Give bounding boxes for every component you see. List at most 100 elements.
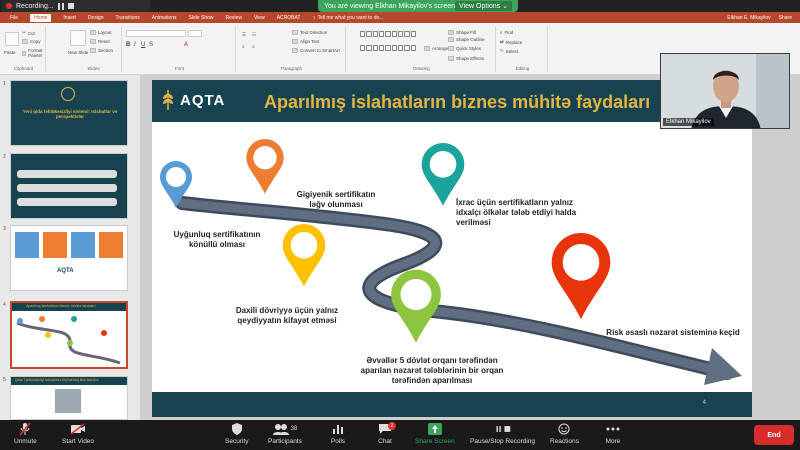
stop-icon[interactable] (67, 3, 74, 9)
shape-item[interactable] (385, 44, 391, 51)
shape-item[interactable] (360, 31, 366, 37)
chat-icon: 2 (377, 422, 396, 436)
tab-design[interactable]: Design (88, 15, 104, 21)
new-slide-button[interactable]: New Slide (68, 50, 88, 55)
pause-stop-recording-button[interactable]: Pause/Stop Recording (470, 422, 535, 445)
chat-button[interactable]: 2 Chat (377, 422, 396, 445)
tab-file[interactable]: File (10, 15, 18, 21)
replace-button[interactable]: ⇄ Replace (500, 39, 522, 45)
shape-fill-button[interactable]: Shape Fill (448, 30, 476, 35)
arrange-button[interactable]: Arrange (424, 46, 448, 51)
copy-button[interactable]: Copy (22, 39, 41, 44)
shadow-button[interactable]: S (149, 42, 153, 48)
shapes-gallery[interactable] (360, 31, 416, 57)
numbering-icon[interactable]: ☷ (252, 32, 256, 38)
slide-thumbnail-4[interactable]: Aparılmış islahatların biznes mühitə fay… (10, 301, 128, 369)
find-button[interactable]: ⌕ Find (500, 30, 513, 35)
shape-item[interactable] (391, 31, 397, 37)
pause-stop-icon (495, 422, 511, 436)
font-size-dropdown[interactable] (188, 30, 202, 37)
participants-button[interactable]: 38 Participants (268, 422, 302, 445)
shape-item[interactable] (398, 31, 404, 37)
tab-insert[interactable]: Insert (63, 15, 76, 21)
text-direction-button[interactable]: Text Direction (292, 30, 327, 35)
shape-item[interactable] (410, 44, 416, 51)
polls-button[interactable]: Polls (330, 422, 346, 445)
shield-icon (229, 422, 245, 436)
tab-slide-show[interactable]: Slide Show (189, 15, 214, 21)
tab-home[interactable]: Home (30, 13, 52, 22)
view-options-label: View Options (459, 2, 501, 10)
presenter-video[interactable]: Elkhan Mikayilov (660, 53, 790, 129)
shape-effects-button[interactable]: Shape Effects (448, 56, 484, 61)
italic-button[interactable]: I (134, 42, 136, 48)
tab-review[interactable]: Review (226, 15, 242, 21)
view-options-button[interactable]: View Options ⌄ (455, 1, 512, 11)
align-text-button[interactable]: Align Text (292, 39, 319, 44)
section-button[interactable]: Section (90, 48, 113, 53)
tab-acrobat[interactable]: ACROBAT (277, 15, 301, 21)
bold-button[interactable]: B (126, 42, 130, 48)
paste-icon[interactable] (5, 32, 19, 46)
shape-outline-button[interactable]: Shape Outline (448, 37, 485, 42)
reset-button[interactable]: Reset (90, 39, 110, 44)
cursor-icon: ↖ (500, 48, 504, 53)
tell-me-search[interactable]: ♀ Tell me what you want to do... (313, 15, 384, 21)
more-button[interactable]: More (605, 422, 621, 445)
shape-item[interactable] (391, 44, 397, 51)
shape-item[interactable] (385, 31, 391, 37)
shape-item[interactable] (379, 44, 385, 51)
paste-button[interactable]: Paste (4, 50, 16, 55)
tab-animations[interactable]: Animations (152, 15, 177, 21)
share-screen-button[interactable]: Share Screen (415, 422, 455, 445)
font-color-button[interactable]: A (184, 42, 188, 48)
font-name-dropdown[interactable] (126, 30, 186, 37)
new-slide-icon[interactable] (70, 30, 86, 46)
pause-icon[interactable] (57, 2, 64, 10)
convert-smartart-button[interactable]: Convert to SmartArt (292, 48, 340, 53)
shape-item[interactable] (366, 31, 372, 37)
shape-item[interactable] (372, 44, 378, 51)
recording-indicator[interactable]: Recording... (2, 0, 150, 12)
red-pin-icon (551, 233, 611, 320)
shape-item[interactable] (366, 44, 372, 51)
blue-pin-icon (160, 161, 192, 208)
shape-item[interactable] (379, 31, 385, 37)
align-text-icon (292, 39, 298, 44)
layout-button[interactable]: Layout (90, 30, 112, 35)
current-slide[interactable]: AQTA Aparılmış islahatların biznes mühit… (152, 80, 752, 417)
end-button[interactable]: End (754, 425, 794, 445)
align-left-icon[interactable]: ≡ (242, 44, 245, 49)
format-painter-button[interactable]: Format Painter (22, 48, 45, 58)
reactions-button[interactable]: Reactions (550, 422, 579, 445)
user-name[interactable]: Elkhan E. Mikayilov (727, 15, 770, 21)
find-label: Find (504, 30, 514, 35)
select-button[interactable]: ↖ Select (500, 48, 518, 54)
align-center-icon[interactable]: ≡ (252, 44, 255, 49)
unmute-button[interactable]: Unmute (14, 422, 37, 445)
underline-button[interactable]: U (141, 42, 145, 48)
shape-item[interactable] (404, 31, 410, 37)
slide-thumbnail-2[interactable] (10, 153, 128, 219)
shape-item[interactable] (398, 44, 404, 51)
cut-button[interactable]: ✂ Cut (22, 30, 35, 36)
share-button[interactable]: Share (779, 15, 792, 21)
shape-item[interactable] (360, 44, 366, 51)
quick-styles-button[interactable]: Quick Styles (448, 46, 481, 51)
start-video-button[interactable]: Start Video (62, 422, 94, 445)
shape-item[interactable] (404, 44, 410, 51)
tab-view[interactable]: View (254, 15, 265, 21)
viewing-banner: You are viewing Elkhan Mikayilov's scree… (318, 0, 518, 12)
bullets-icon[interactable]: ☰ (242, 32, 246, 38)
security-button[interactable]: Security (225, 422, 248, 445)
shape-item[interactable] (372, 31, 378, 37)
text-direction-icon (292, 30, 298, 35)
slide-thumbnail-3[interactable]: AQTA (10, 225, 128, 291)
thumb-number: 2 (3, 154, 6, 160)
tab-transitions[interactable]: Transitions (116, 15, 140, 21)
slide-thumbnail-1[interactable]: Yeni qida təhlükəsizliyi sistemi: Islaha… (10, 80, 128, 146)
paragraph-group: Text Direction Align Text Convert to Sma… (238, 26, 346, 72)
thumb-number: 5 (3, 377, 6, 383)
shape-item[interactable] (410, 31, 416, 37)
slide-thumbnail-5[interactable]: Qida Təhlükəsizliyi sahəsində beynəlxalq… (10, 376, 128, 420)
